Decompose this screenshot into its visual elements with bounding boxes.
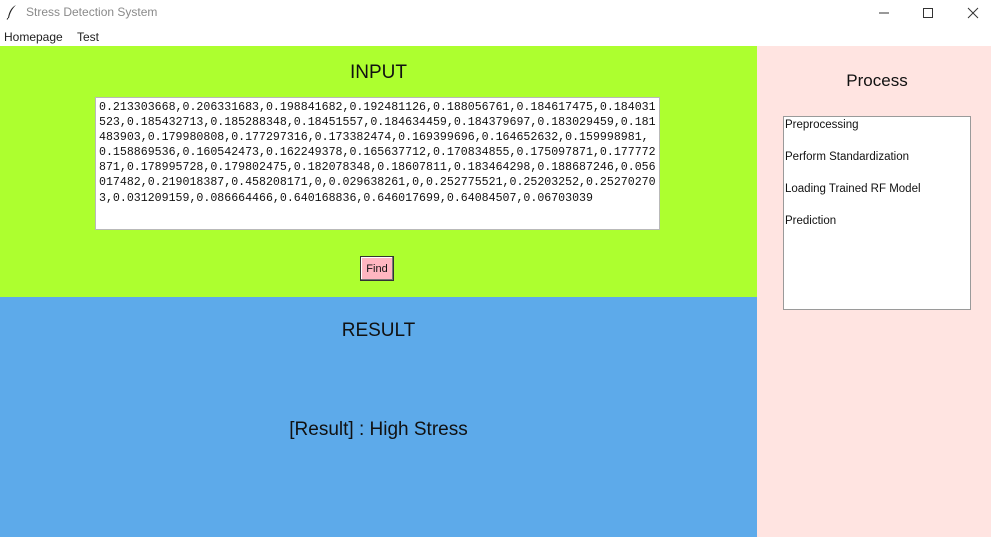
input-heading: INPUT — [350, 62, 407, 83]
minimize-icon — [879, 12, 889, 14]
process-panel: Process Preprocessing Perform Standardiz… — [757, 46, 991, 537]
result-panel: RESULT [Result] : High Stress — [0, 297, 757, 537]
result-heading: RESULT — [341, 320, 416, 341]
menu-bar: Homepage Test — [0, 28, 991, 46]
process-item-preprocessing[interactable]: Preprocessing — [784, 119, 970, 151]
process-item-loading-model[interactable]: Loading Trained RF Model — [784, 183, 970, 215]
process-listbox[interactable]: Preprocessing Perform Standardization Lo… — [783, 116, 971, 310]
feather-icon — [6, 4, 18, 20]
process-item-prediction[interactable]: Prediction — [784, 215, 970, 247]
find-button[interactable]: Find — [360, 256, 394, 281]
title-bar: Stress Detection System — [0, 0, 991, 26]
menu-item-homepage[interactable]: Homepage — [4, 30, 63, 44]
maximize-icon — [923, 8, 933, 18]
process-item-standardization[interactable]: Perform Standardization — [784, 151, 970, 183]
window-title: Stress Detection System — [26, 5, 158, 19]
result-text: [Result] : High Stress — [289, 419, 468, 440]
process-heading: Process — [846, 71, 908, 90]
close-button[interactable] — [950, 0, 991, 26]
input-panel: INPUT 0.213303668,0.206331683,0.19884168… — [0, 46, 757, 297]
input-textarea[interactable]: 0.213303668,0.206331683,0.198841682,0.19… — [95, 97, 660, 230]
close-icon — [967, 7, 979, 19]
maximize-button[interactable] — [905, 0, 951, 26]
minimize-button[interactable] — [861, 0, 907, 26]
menu-item-test[interactable]: Test — [77, 30, 99, 44]
